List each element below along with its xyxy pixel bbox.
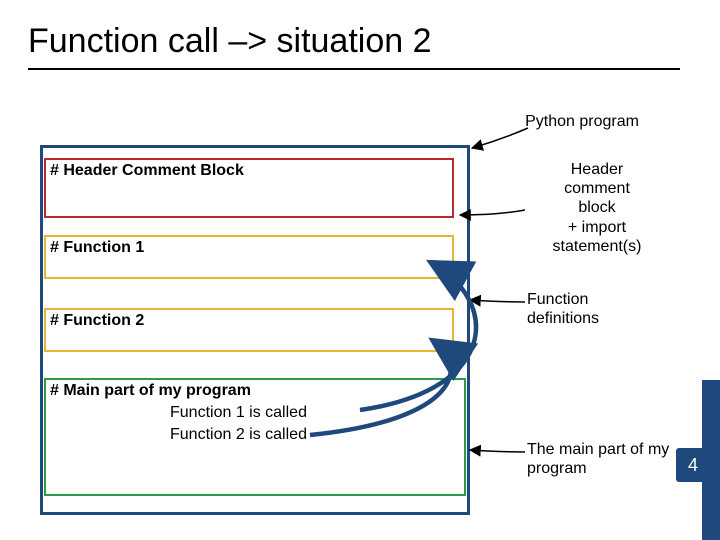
annotation-header-block: Headercommentblock+ importstatement(s) xyxy=(527,160,667,256)
annotation-python-program: Python program xyxy=(497,112,667,131)
header-comment-label: # Header Comment Block xyxy=(50,162,244,179)
slide-title: Function call –> situation 2 xyxy=(28,22,432,61)
function-2-label: # Function 2 xyxy=(50,312,144,329)
annotation-function-definitions: Functiondefinitions xyxy=(527,290,657,328)
connector-function-definitions xyxy=(470,300,525,302)
function-2-box: # Function 2 xyxy=(44,308,454,352)
title-underline xyxy=(28,68,680,70)
header-comment-box: # Header Comment Block xyxy=(44,158,454,218)
annotation-main-part: The main part of my program xyxy=(527,440,697,478)
main-part-box: # Main part of my program Function 1 is … xyxy=(44,378,466,496)
main-call-1: Function 1 is called xyxy=(170,402,460,424)
main-call-2: Function 2 is called xyxy=(170,424,460,446)
main-call-lines: Function 1 is called Function 2 is calle… xyxy=(50,402,460,445)
slide: Function call –> situation 2 # Header Co… xyxy=(0,0,720,540)
main-heading: # Main part of my program xyxy=(50,382,251,399)
function-1-label: # Function 1 xyxy=(50,239,144,256)
function-1-box: # Function 1 xyxy=(44,235,454,279)
connector-main-part xyxy=(470,450,525,452)
slide-number: 4 xyxy=(676,448,710,482)
